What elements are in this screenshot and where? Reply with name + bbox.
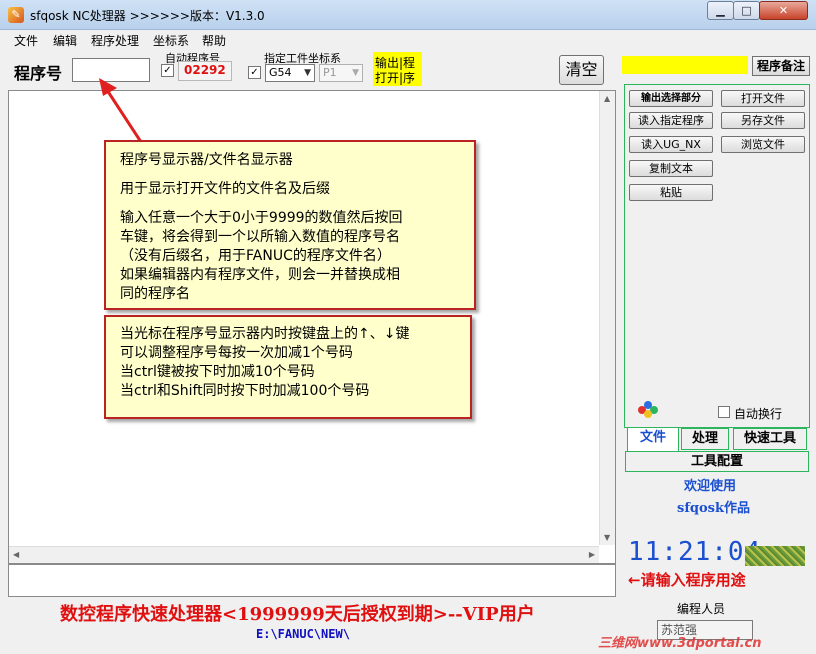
chevron-down-icon: ▼ (352, 68, 359, 78)
output-selected-button[interactable]: 输出选择部分 (629, 90, 713, 107)
tooltip-line: （没有后缀名，用于FANUC的程序文件名） (120, 248, 391, 264)
paste-button[interactable]: 粘贴 (629, 184, 713, 201)
save-as-button[interactable]: 另存文件 (721, 112, 805, 129)
tooltip-line: 同的程序名 (120, 286, 190, 302)
chevron-down-icon: ▼ (304, 68, 311, 78)
editor-vertical-scrollbar[interactable]: ▲ ▼ (599, 91, 615, 545)
menu-help[interactable]: 帮助 (202, 32, 226, 49)
tooltip-line: 车键，将会得到一个以所输入数值的程序号名 (120, 229, 400, 245)
tooltip-line: 可以调整程序号每按一次加减1个号码 (120, 345, 353, 361)
read-program-button[interactable]: 读入指定程序 (629, 112, 713, 129)
menu-file[interactable]: 文件 (14, 32, 38, 49)
tooltip-program-number: 程序号显示器/文件名显示器 用于显示打开文件的文件名及后缀 输入任意一个大于0小… (104, 140, 476, 310)
scroll-up-icon[interactable]: ▲ (604, 94, 610, 103)
tooltip-line: 用于显示打开文件的文件名及后缀 (120, 181, 330, 197)
current-path: E:\FANUC\NEW\ (256, 627, 350, 641)
watermark: 三维网www.3dportal.cn (598, 636, 762, 651)
minimize-button[interactable]: ▁ (707, 1, 734, 20)
read-ugnx-button[interactable]: 读入UG_NX (629, 136, 713, 153)
menu-edit[interactable]: 编辑 (53, 32, 77, 49)
scroll-right-icon[interactable]: ▶ (589, 550, 595, 559)
license-banner: 数控程序快速处理器<1999999天后授权到期>--VIP用户 (60, 604, 535, 625)
program-purpose-hint: ←请输入程序用途 (628, 571, 746, 589)
tooltip-arrow-keys: 当光标在程序号显示器内时按键盘上的↑、↓键 可以调整程序号每按一次加减1个号码 … (104, 315, 472, 419)
maximize-button[interactable]: □ (733, 1, 760, 20)
animated-pattern (745, 546, 805, 566)
tooltip-line: 输入任意一个大于0小于9999的数值然后按回 (120, 210, 403, 226)
copy-text-button[interactable]: 复制文本 (629, 160, 713, 177)
menu-coordinate[interactable]: 坐标系 (153, 32, 189, 49)
info-field[interactable] (8, 564, 616, 597)
open-program-label: 打开|序 (375, 71, 416, 85)
clear-button[interactable]: 清空 (559, 55, 604, 85)
coordinate-p-value: P1 (323, 66, 337, 79)
annotation-arrow-icon (99, 78, 143, 143)
scroll-left-icon[interactable]: ◀ (13, 550, 19, 559)
browse-file-button[interactable]: 浏览文件 (721, 136, 805, 153)
auto-program-number-checkbox[interactable]: ✓ (161, 64, 174, 77)
tooltip-line: 程序号显示器/文件名显示器 (120, 152, 293, 168)
tab-process[interactable]: 处理 (681, 428, 729, 450)
program-notes-button[interactable]: 程序备注 (752, 56, 810, 76)
programmer-label: 编程人员 (677, 602, 726, 616)
auto-program-number-value: 02292 (184, 63, 226, 77)
welcome-text: 欢迎使用 (684, 479, 737, 494)
menu-program-process[interactable]: 程序处理 (91, 32, 139, 49)
tooltip-line: 当光标在程序号显示器内时按键盘上的↑、↓键 (120, 326, 410, 342)
author-text: sfqosk作品 (677, 501, 750, 516)
close-button[interactable]: ✕ (759, 1, 808, 20)
logo-icon (638, 401, 658, 418)
clock-display: 11:21:04 (628, 537, 762, 567)
editor-horizontal-scrollbar[interactable]: ◀ ▶ (9, 546, 599, 563)
scroll-down-icon[interactable]: ▼ (604, 533, 610, 542)
auto-wrap-checkbox[interactable] (718, 406, 730, 418)
app-icon: ✎ (8, 7, 24, 23)
tab-quick-tools[interactable]: 快速工具 (733, 428, 807, 450)
workpiece-coordinate-checkbox[interactable]: ✓ (248, 66, 261, 79)
program-notes-field[interactable] (622, 56, 748, 74)
coordinate-system-value: G54 (269, 66, 292, 79)
auto-wrap-label: 自动换行 (734, 407, 783, 421)
tooltip-line: 如果编辑器内有程序文件，则会一并替换成相 (120, 267, 400, 283)
coordinate-system-select[interactable]: G54 ▼ (265, 64, 315, 82)
tool-config-tab[interactable]: 工具配置 (625, 451, 809, 472)
tooltip-line: 当ctrl和Shift同时按下时加减100个号码 (120, 383, 370, 399)
coordinate-p-select[interactable]: P1 ▼ (319, 64, 363, 82)
tab-file[interactable]: 文件 (627, 428, 679, 452)
window-title: sfqosk NC处理器 >>>>>>版本：V1.3.0 (30, 9, 265, 23)
program-number-label: 程序号 (14, 64, 63, 83)
open-file-button[interactable]: 打开文件 (721, 90, 805, 107)
tooltip-line: 当ctrl键被按下时加减10个号码 (120, 364, 315, 380)
